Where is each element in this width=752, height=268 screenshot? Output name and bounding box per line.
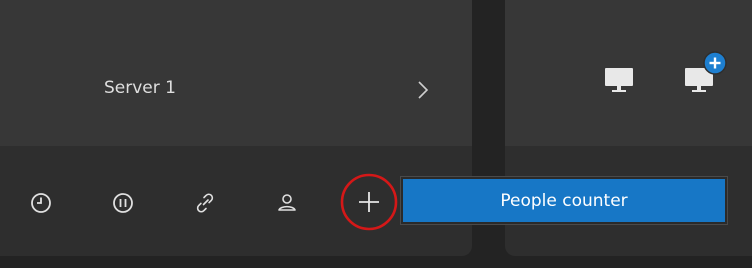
menu-item-label: People counter [500,190,628,211]
pause-icon[interactable] [109,189,137,217]
monitor-icon[interactable] [602,63,636,97]
chevron-right-icon[interactable] [412,79,434,101]
server-name: Server 1 [104,78,176,98]
menu-item-people-counter[interactable]: People counter [403,179,725,222]
link-icon[interactable] [191,189,219,217]
server-row[interactable] [0,0,472,146]
add-button[interactable] [339,172,399,232]
add-menu: People counter [400,176,728,225]
clock-icon[interactable] [27,189,55,217]
add-badge-icon [703,51,727,75]
user-icon[interactable] [273,189,301,217]
